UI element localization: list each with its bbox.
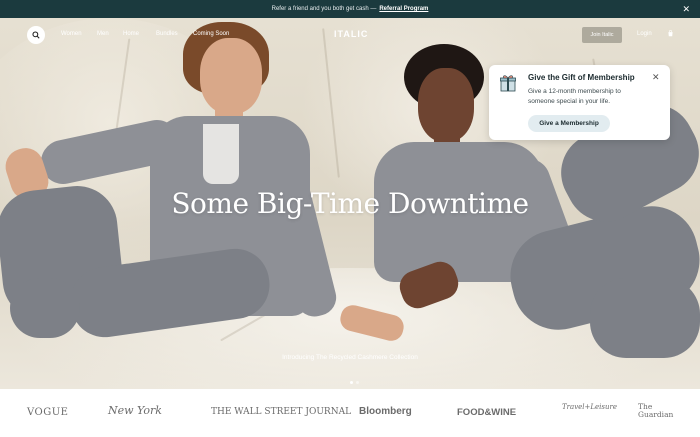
press-logo-food-wine: FOOD&WINE: [457, 407, 517, 418]
gift-membership-popup: Give the Gift of Membership Give a 12-mo…: [489, 65, 670, 140]
nav-link-bundles[interactable]: Bundles: [156, 31, 178, 37]
nav-link-men[interactable]: Men: [97, 31, 109, 37]
top-nav: Women Men Home Bundles Coming Soon ITALI…: [0, 18, 700, 50]
press-logos-bar: VOGUE New York THE WALL STREET JOURNAL B…: [0, 389, 700, 437]
hero-headline: Some Big-Time Downtime: [171, 187, 529, 220]
nav-link-coming-soon[interactable]: Coming Soon: [193, 31, 229, 37]
carousel-dots: [350, 381, 359, 384]
announcement-bar: Refer a friend and you both get cash — R…: [0, 0, 700, 18]
nav-link-women[interactable]: Women: [61, 31, 82, 37]
announcement-text: Refer a friend and you both get cash —: [271, 6, 377, 12]
carousel-dot-1[interactable]: [350, 381, 353, 384]
press-logo-bloomberg: Bloomberg: [359, 406, 412, 417]
press-logo-wsj: THE WALL STREET JOURNAL: [211, 407, 352, 417]
search-button[interactable]: [27, 26, 45, 44]
login-link[interactable]: Login: [637, 31, 652, 37]
popup-title: Give the Gift of Membership: [528, 73, 635, 82]
give-membership-button[interactable]: Give a Membership: [528, 115, 610, 132]
search-icon: [32, 31, 40, 39]
nav-link-home[interactable]: Home: [123, 31, 139, 37]
italic-logo[interactable]: ITALIC: [334, 29, 368, 39]
join-italic-button[interactable]: Join Italic: [582, 27, 622, 43]
press-logo-new-york: New York: [108, 404, 162, 417]
announcement-close-icon[interactable]: ✕: [682, 4, 690, 14]
popup-body: Give a 12-month membership to someone sp…: [528, 88, 621, 105]
hero-subline: Introducing The Recycled Cashmere Collec…: [282, 354, 418, 361]
cart-icon[interactable]: [667, 30, 674, 37]
press-logo-travel-leisure: Travel+Leisure: [562, 403, 618, 411]
carousel-dot-2[interactable]: [356, 381, 359, 384]
press-logo-vogue: VOGUE: [27, 407, 69, 418]
referral-program-link[interactable]: Referral Program: [379, 6, 428, 12]
gift-icon: [500, 75, 516, 92]
press-logo-guardian: The Guardian: [638, 402, 674, 419]
page: Refer a friend and you both get cash — R…: [0, 0, 700, 437]
popup-close-icon[interactable]: ✕: [652, 72, 660, 82]
